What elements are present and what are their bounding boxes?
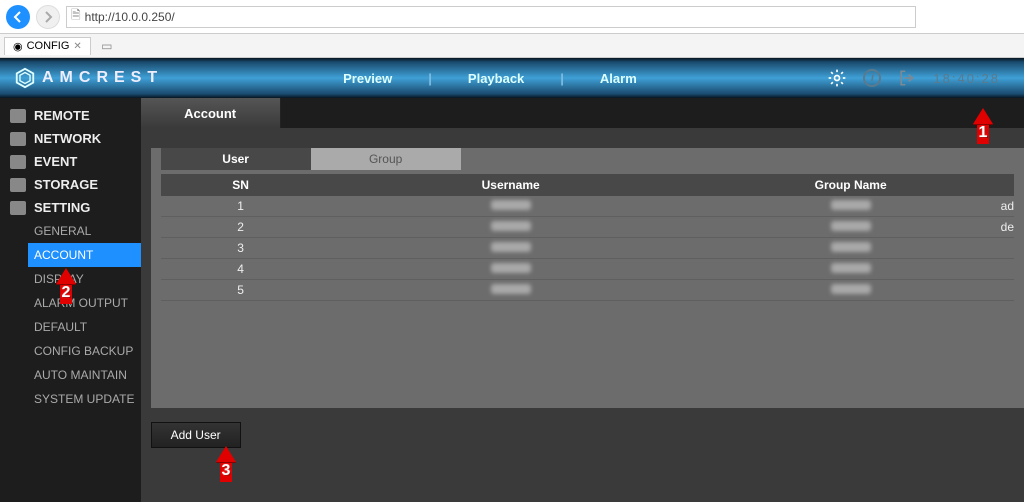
col-sn: SN <box>161 178 321 192</box>
logout-icon[interactable] <box>897 68 917 88</box>
user-table: SN Username Group Name 1ad 2de 3 4 5 <box>161 174 1014 301</box>
sidebar-item-storage[interactable]: STORAGE <box>0 173 141 196</box>
redacted-text <box>491 221 531 231</box>
sub-config-backup[interactable]: CONFIG BACKUP <box>28 339 141 363</box>
sidebar-item-setting[interactable]: SETTING <box>0 196 141 219</box>
redacted-text <box>831 200 871 210</box>
arrow-left-icon <box>12 11 24 23</box>
browser-back-button[interactable] <box>6 5 30 29</box>
nav-playback[interactable]: Playback <box>468 71 524 86</box>
sidebar-item-event[interactable]: EVENT <box>0 150 141 173</box>
sidebar-item-network[interactable]: NETWORK <box>0 127 141 150</box>
network-icon <box>10 132 26 146</box>
content-area: Account User Group SN Username Group Nam… <box>141 98 1024 502</box>
table-row[interactable]: 3 <box>161 238 1014 259</box>
table-row[interactable]: 4 <box>161 259 1014 280</box>
remote-icon <box>10 109 26 123</box>
sub-default[interactable]: DEFAULT <box>28 315 141 339</box>
col-group: Group Name <box>701 178 1001 192</box>
app-header: AMCREST Preview | Playback | Alarm i 18:… <box>0 58 1024 98</box>
url-text: http://10.0.0.250/ <box>85 10 175 24</box>
setting-icon <box>10 201 26 215</box>
clock-display: 18:40:28 <box>933 71 1000 86</box>
redacted-text <box>491 200 531 210</box>
content-tab-strip: Account <box>141 98 1024 128</box>
table-header: SN Username Group Name <box>161 174 1014 196</box>
browser-url-bar[interactable]: 🗎 http://10.0.0.250/ <box>66 6 916 28</box>
sub-display[interactable]: DISPLAY <box>28 267 141 291</box>
subtab-group[interactable]: Group <box>311 148 461 170</box>
event-icon <box>10 155 26 169</box>
sub-general[interactable]: GENERAL <box>28 219 141 243</box>
hexagon-icon <box>14 67 36 89</box>
add-user-button[interactable]: Add User <box>151 422 241 448</box>
gear-icon[interactable] <box>827 68 847 88</box>
redacted-text <box>831 263 871 273</box>
arrow-right-icon <box>42 11 54 23</box>
storage-icon <box>10 178 26 192</box>
favicon-icon: ◉ <box>13 40 23 53</box>
redacted-text <box>831 221 871 231</box>
brand-text: AMCREST <box>42 69 163 87</box>
nav-preview[interactable]: Preview <box>343 71 392 86</box>
setting-subnav: GENERAL ACCOUNT DISPLAY ALARM OUTPUT DEF… <box>0 219 141 411</box>
sub-auto-maintain[interactable]: AUTO MAINTAIN <box>28 363 141 387</box>
account-subtab-row: User Group <box>161 148 1014 170</box>
tab-title: CONFIG <box>27 40 70 52</box>
redacted-text <box>491 242 531 252</box>
browser-forward-button[interactable] <box>36 5 60 29</box>
redacted-text <box>831 284 871 294</box>
header-tools: i 18:40:28 <box>827 68 1024 88</box>
nav-alarm[interactable]: Alarm <box>600 71 637 86</box>
browser-tab[interactable]: ◉ CONFIG ✕ <box>4 37 91 55</box>
sub-system-update[interactable]: SYSTEM UPDATE <box>28 387 141 411</box>
subtab-user[interactable]: User <box>161 148 311 170</box>
table-row[interactable]: 2de <box>161 217 1014 238</box>
top-nav: Preview | Playback | Alarm <box>343 71 637 86</box>
tab-account[interactable]: Account <box>141 98 281 128</box>
sub-alarm-output[interactable]: ALARM OUTPUT <box>28 291 141 315</box>
sidebar-item-remote[interactable]: REMOTE <box>0 104 141 127</box>
info-icon[interactable]: i <box>863 69 881 87</box>
redacted-text <box>491 284 531 294</box>
browser-tab-strip: ◉ CONFIG ✕ ▭ <box>0 34 1024 58</box>
brand-logo: AMCREST <box>0 67 163 89</box>
browser-nav-bar: 🗎 http://10.0.0.250/ <box>0 0 1024 34</box>
account-panel: User Group SN Username Group Name 1ad 2d… <box>151 148 1024 408</box>
col-username: Username <box>321 178 701 192</box>
browser-new-tab[interactable]: ▭ <box>97 39 117 53</box>
tab-close-icon[interactable]: ✕ <box>73 41 81 52</box>
document-icon: 🗎 <box>71 6 81 27</box>
redacted-text <box>491 263 531 273</box>
sub-account[interactable]: ACCOUNT <box>28 243 141 267</box>
table-row[interactable]: 5 <box>161 280 1014 301</box>
sidebar: REMOTE NETWORK EVENT STORAGE SETTING GEN… <box>0 98 141 502</box>
redacted-text <box>831 242 871 252</box>
table-row[interactable]: 1ad <box>161 196 1014 217</box>
